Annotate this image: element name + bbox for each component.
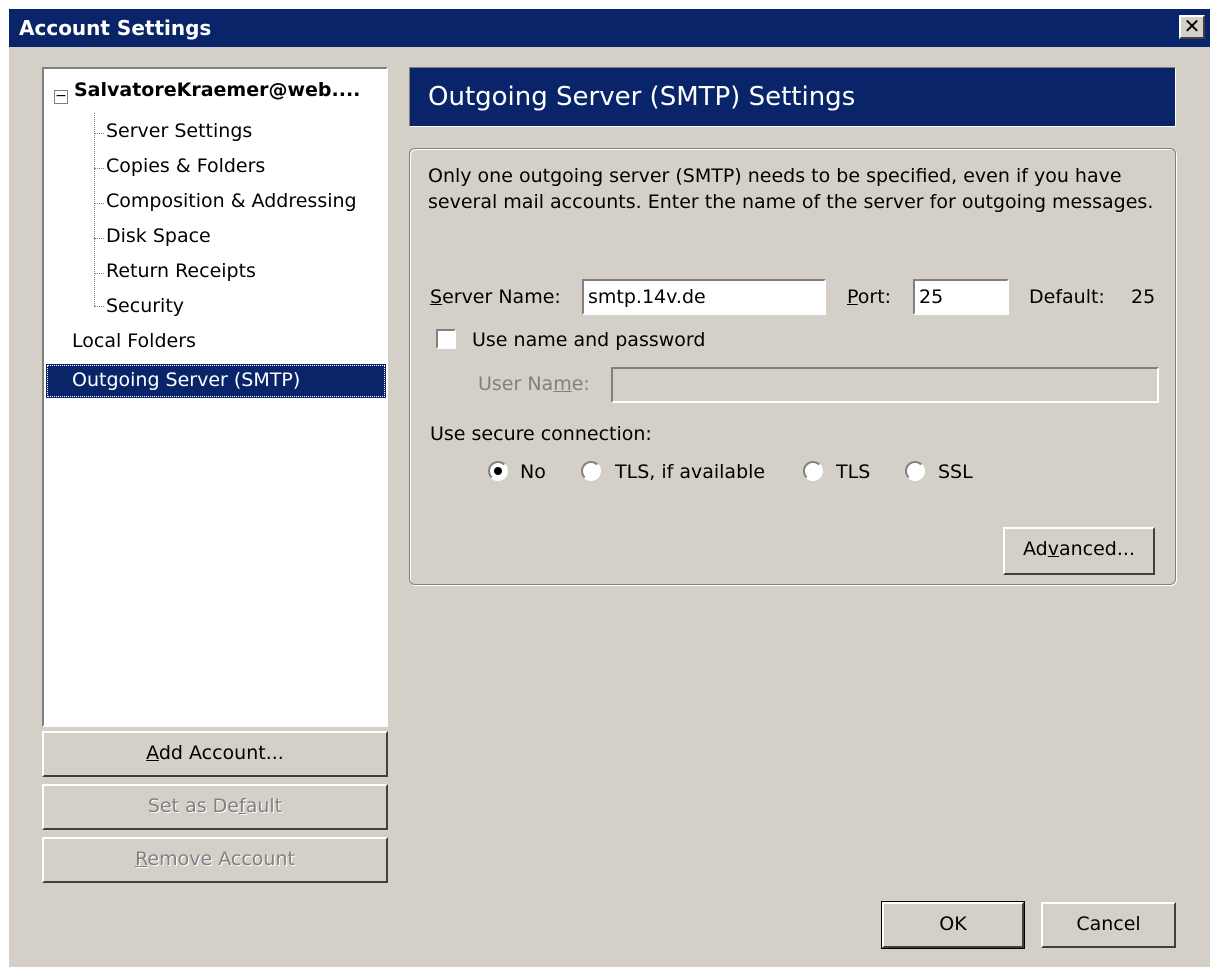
port-label: Port: [847, 286, 892, 308]
radio-ssl[interactable] [905, 461, 925, 481]
add-account-button[interactable]: Add Account... [42, 731, 388, 777]
tree-connector [94, 133, 104, 134]
tree-item-composition-addressing[interactable]: Composition & Addressing [106, 185, 357, 218]
tree-connector [94, 113, 95, 306]
tree-item-return-receipts[interactable]: Return Receipts [106, 255, 256, 288]
radio-selected-dot [494, 467, 502, 475]
title-bar[interactable]: Account Settings ✕ [9, 9, 1210, 47]
account-tree[interactable]: − SalvatoreKraemer@web.... Server Settin… [42, 67, 388, 727]
tree-item-label: Outgoing Server (SMTP) [72, 369, 301, 391]
tree-item-security[interactable]: Security [106, 290, 184, 323]
use-name-password-checkbox[interactable] [436, 329, 456, 349]
panel-header: Outgoing Server (SMTP) Settings [409, 67, 1176, 127]
secure-connection-label: Use secure connection: [430, 423, 652, 445]
tree-connector [94, 203, 104, 204]
tree-item-account-root[interactable]: SalvatoreKraemer@web.... [74, 79, 360, 101]
default-port-label: Default: [1029, 286, 1105, 308]
advanced-button[interactable]: Advanced... [1003, 527, 1155, 575]
use-name-password-label[interactable]: Use name and password [472, 329, 705, 351]
tree-item-local-folders[interactable]: Local Folders [72, 325, 196, 358]
button-label: Advanced... [1023, 538, 1135, 560]
tree-connector [94, 168, 104, 169]
account-settings-dialog: Account Settings ✕ − SalvatoreKraemer@we… [8, 8, 1210, 967]
button-label: OK [939, 913, 967, 935]
radio-tls[interactable] [803, 461, 823, 481]
tree-item-outgoing-server[interactable]: Outgoing Server (SMTP) [46, 364, 386, 398]
button-label: Set as Default [147, 795, 283, 817]
remove-account-button[interactable]: Remove Account [42, 837, 388, 883]
user-name-input[interactable] [611, 367, 1159, 403]
radio-tls-label[interactable]: TLS [836, 461, 870, 483]
set-as-default-button[interactable]: Set as Default [42, 784, 388, 830]
window-title: Account Settings [19, 16, 212, 40]
radio-tls-if-available-label[interactable]: TLS, if available [615, 461, 765, 483]
tree-connector [94, 273, 104, 274]
user-name-label: User Name: [478, 373, 590, 395]
port-input[interactable]: 25 [913, 279, 1009, 315]
ok-button[interactable]: OK [881, 901, 1025, 949]
description-text: Only one outgoing server (SMTP) needs to… [428, 165, 1154, 213]
close-button[interactable]: ✕ [1179, 15, 1205, 39]
tree-item-server-settings[interactable]: Server Settings [106, 115, 252, 148]
collapse-icon[interactable]: − [54, 89, 68, 104]
button-label: Remove Account [135, 848, 295, 870]
button-label: Cancel [1076, 913, 1141, 935]
tree-connector [94, 306, 104, 307]
server-name-input[interactable]: smtp.14v.de [582, 279, 826, 315]
radio-no[interactable] [488, 461, 508, 481]
smtp-settings-group: Only one outgoing server (SMTP) needs to… [409, 148, 1176, 585]
cancel-button[interactable]: Cancel [1041, 902, 1176, 948]
tree-item-copies-folders[interactable]: Copies & Folders [106, 150, 265, 183]
page-title: Outgoing Server (SMTP) Settings [428, 82, 856, 112]
button-label: Add Account... [146, 742, 284, 764]
radio-tls-if-available[interactable] [581, 461, 601, 481]
radio-ssl-label[interactable]: SSL [938, 461, 973, 483]
close-icon: ✕ [1183, 14, 1201, 38]
default-port-value: 25 [1131, 286, 1156, 308]
tree-connector [94, 238, 104, 239]
server-name-label: Server Name: [430, 286, 561, 308]
radio-no-label[interactable]: No [520, 461, 546, 483]
tree-item-disk-space[interactable]: Disk Space [106, 220, 211, 253]
